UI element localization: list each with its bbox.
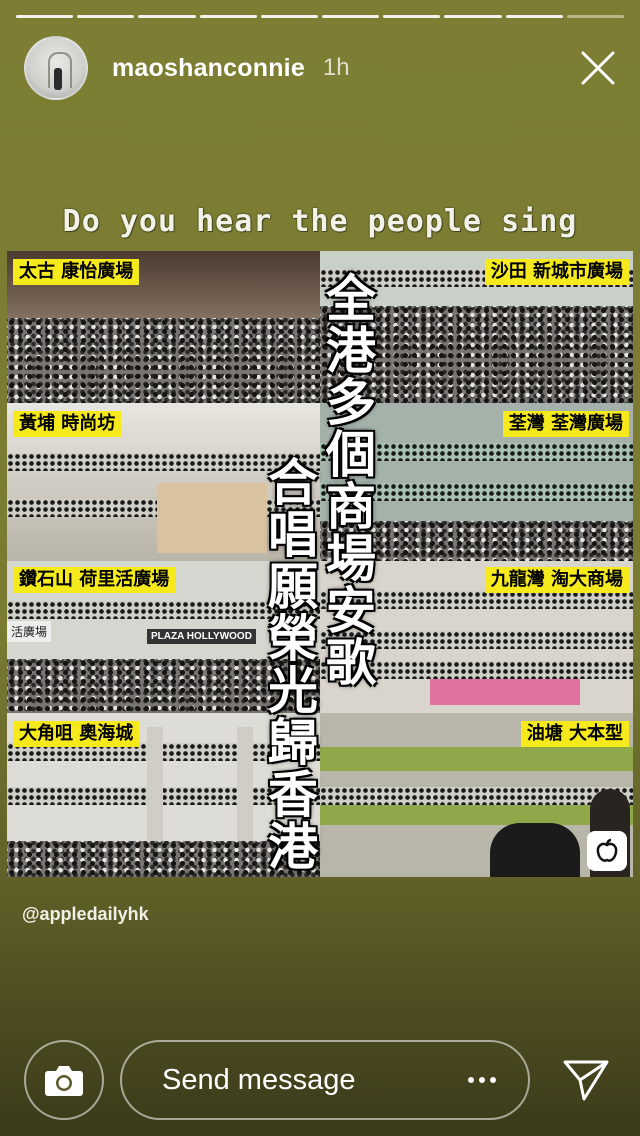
post-time: 1h [322, 54, 350, 81]
apple-daily-logo-icon [587, 831, 627, 871]
camera-icon [45, 1066, 83, 1096]
more-dots-icon [468, 1077, 474, 1083]
progress-segment [444, 15, 502, 18]
progress-segment [260, 15, 319, 18]
progress-segment [505, 15, 563, 18]
story-progress-bar [16, 15, 625, 19]
username[interactable]: maoshanconnie [112, 54, 305, 83]
more-options-button[interactable] [462, 1065, 502, 1095]
camera-button[interactable] [24, 1040, 104, 1120]
avatar[interactable] [24, 36, 88, 100]
send-button[interactable] [556, 1050, 616, 1110]
headline-vertical-left: 合唱願榮光歸香港 [268, 454, 318, 876]
send-paper-plane-icon [563, 1060, 609, 1101]
story-image-collage[interactable]: 活廣場 PLAZA HOLLYWOOD 太古 康怡廣場 沙田 新城市廣場 黃埔 … [7, 251, 633, 877]
send-message-input[interactable]: Send message [120, 1040, 530, 1120]
story-caption: Do you hear the people sing [62, 204, 578, 239]
location-tag-yau-tong: 油塘 大本型 [520, 721, 629, 747]
progress-segment [138, 15, 196, 18]
location-tag-whampoa: 黃埔 時尚坊 [13, 411, 122, 437]
mall-sign-left: 活廣場 [7, 621, 52, 642]
source-credit: @appledailyhk [22, 904, 149, 924]
headline-vertical-right: 全港多個商場安歌 [326, 270, 376, 692]
location-tag-diamond-hill: 鑽石山 荷里活廣場 [13, 567, 176, 593]
story-header: maoshanconnie 1h [24, 36, 620, 100]
location-tag-tai-kok-tsui: 大角咀 奧海城 [13, 721, 140, 747]
story-footer: Send message [24, 1040, 616, 1120]
location-tag-tsuen-wan: 荃灣 荃灣廣場 [502, 411, 629, 437]
progress-segment [16, 15, 74, 18]
location-tag-shatin: 沙田 新城市廣場 [484, 259, 629, 285]
more-dot [479, 1077, 485, 1083]
progress-segment [322, 15, 380, 18]
progress-segment [77, 15, 135, 18]
more-dot [490, 1077, 496, 1083]
progress-segment [383, 15, 441, 18]
location-tag-kowloon-bay: 九龍灣 淘大商場 [484, 567, 629, 593]
close-button[interactable] [576, 46, 620, 90]
close-icon [581, 51, 615, 85]
progress-segment [566, 15, 625, 18]
progress-segment [199, 15, 257, 18]
apple-logo-icon [596, 838, 618, 862]
mall-sign-plaza: PLAZA HOLLYWOOD [147, 629, 256, 644]
message-placeholder: Send message [162, 1063, 356, 1096]
location-tag-taikoo: 太古 康怡廣場 [13, 259, 140, 285]
